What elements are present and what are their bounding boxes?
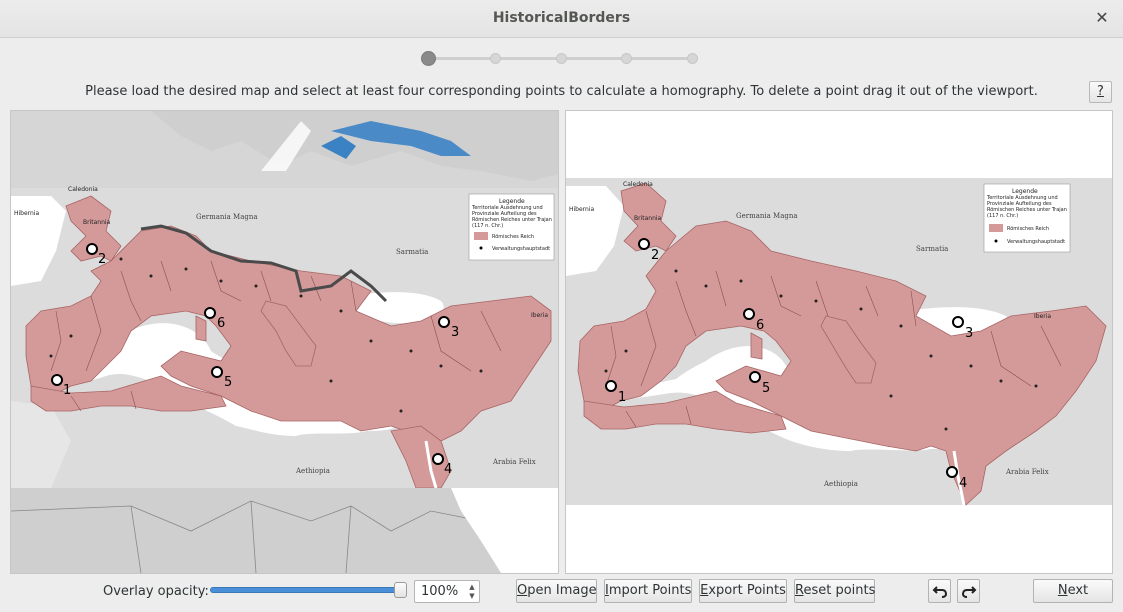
legend-body: Territoriale Ausdehnung und Provinziale … [472,205,552,229]
wizard-stepper [420,50,705,68]
step-4-indicator [621,53,632,64]
legend-item-capital: Verwaltungshauptstadt [1007,239,1065,245]
opacity-label: Overlay opacity: [103,584,209,599]
svg-text:4: 4 [959,476,967,491]
svg-text:2: 2 [651,248,659,263]
bottom-toolbar: Overlay opacity: 100% ▲ ▼ Open Image Imp… [0,574,1123,612]
label-caledonia: Caledonia [68,186,98,193]
close-icon[interactable]: ✕ [1093,8,1111,28]
label-sarmatia: Sarmatia [396,248,428,256]
left-map-viewport[interactable]: Caledonia Hibernia Britannia Germania Ma… [10,110,559,574]
redo-icon [961,586,977,598]
svg-text:5: 5 [762,381,770,396]
svg-text:5: 5 [224,375,232,390]
redo-button[interactable] [957,579,980,603]
svg-text:1: 1 [618,390,626,405]
legend-item-capital: Verwaltungshauptstadt [492,246,550,252]
legend-item-empire: Römisches Reich [492,234,534,240]
step-2-indicator [490,53,501,64]
label-caledonia: Caledonia [623,181,653,188]
svg-text:3: 3 [451,325,459,340]
undo-icon [932,586,948,598]
help-button[interactable]: ? [1089,81,1112,103]
label-hibernia: Hibernia [569,206,595,213]
open-image-button[interactable]: Open Image [516,579,597,603]
opacity-value: 100% [421,584,459,599]
reset-points-button[interactable]: Reset points [794,579,875,603]
undo-button[interactable] [928,579,951,603]
label-iberia: Iberia [1034,313,1051,320]
label-germania-magna: Germania Magna [736,212,798,220]
right-map-legend: Legende Territoriale Ausdehnung und Prov… [983,183,1071,253]
svg-text:4: 4 [444,462,452,477]
legend-body: Territoriale Ausdehnung und Provinziale … [987,195,1067,219]
next-button[interactable]: Next [1033,579,1113,603]
svg-text:2: 2 [98,252,106,267]
window-title: HistoricalBorders [492,10,631,26]
label-sarmatia: Sarmatia [916,245,948,253]
svg-text:6: 6 [217,316,225,331]
right-map-viewport[interactable]: Caledonia Hibernia Britannia Germania Ma… [565,110,1113,574]
opacity-spinbox[interactable]: 100% ▲ ▼ [414,580,480,603]
opacity-slider-handle[interactable] [394,582,407,598]
step-1-indicator [421,51,436,66]
legend-title: Legende [499,198,525,205]
opacity-slider-track[interactable] [210,587,406,593]
label-iberia: Iberia [531,312,548,319]
title-bar: HistoricalBorders ✕ [0,0,1123,38]
legend-title: Legende [1012,188,1038,195]
label-britannia: Britannia [83,219,111,226]
label-hibernia: Hibernia [14,210,40,217]
label-aethiopia: Aethiopia [295,467,330,475]
label-germania-magna: Germania Magna [196,213,258,221]
spin-down-icon[interactable]: ▼ [467,592,477,601]
spin-up-icon[interactable]: ▲ [467,583,477,592]
left-map-legend: Legende Territoriale Ausdehnung und Prov… [468,193,555,261]
label-britannia: Britannia [634,215,662,222]
svg-text:1: 1 [63,383,71,398]
label-aethiopia: Aethiopia [823,480,858,488]
step-3-indicator [556,53,567,64]
svg-text:6: 6 [756,318,764,333]
step-5-indicator [687,53,698,64]
import-points-button[interactable]: Import Points [604,579,692,603]
label-arabia-felix: Arabia Felix [1005,468,1049,476]
svg-text:3: 3 [965,326,973,341]
instruction-text: Please load the desired map and select a… [85,84,1038,99]
label-arabia-felix: Arabia Felix [492,458,536,466]
legend-item-empire: Römisches Reich [1007,226,1049,232]
export-points-button[interactable]: Export Points [699,579,787,603]
